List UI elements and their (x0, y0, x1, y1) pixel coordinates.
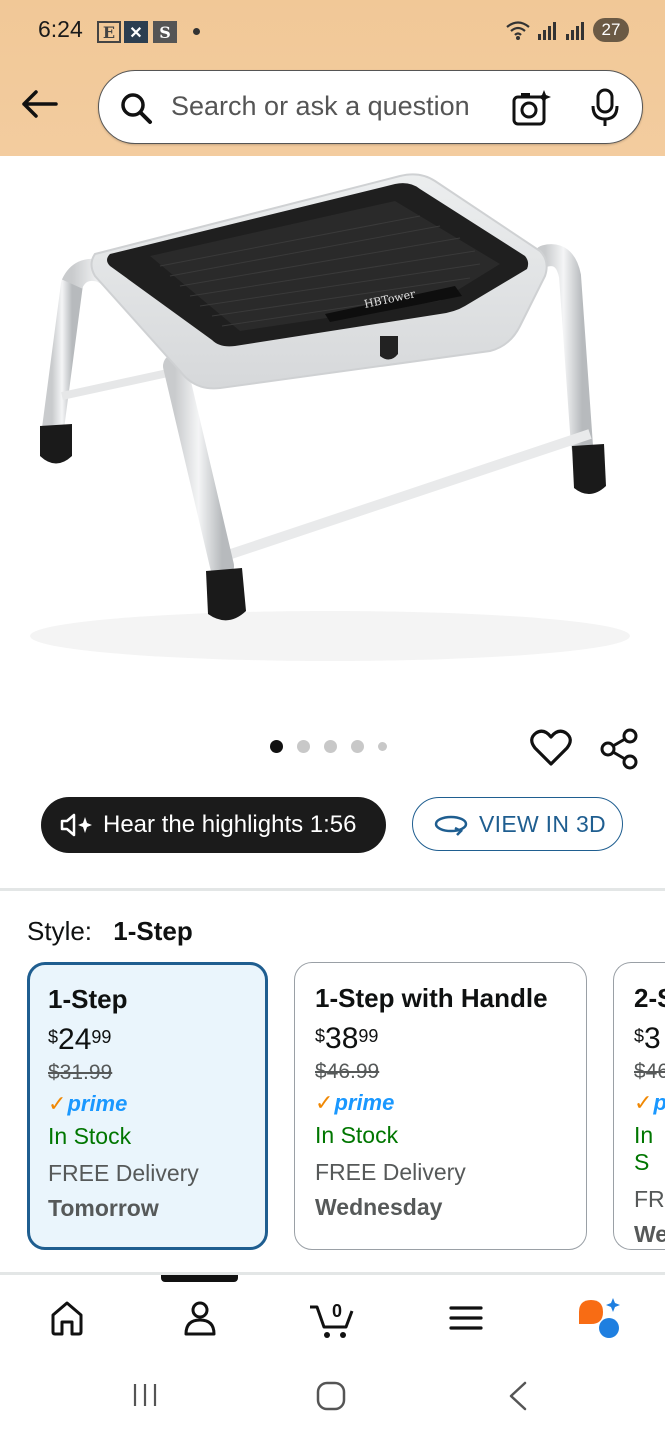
carousel-dot[interactable] (270, 740, 283, 753)
cart-tab[interactable]: 0 (307, 1293, 357, 1343)
status-right: 27 (505, 18, 629, 42)
app-header: 6:24 E ✕ S 27 Search or ask a question (0, 0, 665, 156)
style-option-card[interactable]: 1-Step with Handle $ 38 99 $46.99 ✓ prime… (294, 962, 587, 1250)
signal-2-icon (566, 22, 584, 40)
style-option-card[interactable]: 2-S $ 3 $46 ✓pr In S FRI We (613, 962, 665, 1250)
prime-badge: ✓ prime (48, 1091, 128, 1116)
view-in-3d-label: VIEW IN 3D (479, 810, 606, 837)
heart-icon[interactable] (530, 728, 572, 768)
delivery-day: We (634, 1221, 665, 1247)
home-button-icon[interactable] (315, 1380, 347, 1412)
style-option-list-price: $46.99 (315, 1060, 380, 1083)
search-input[interactable]: Search or ask a question (171, 91, 470, 122)
style-option-price: $ 3 (634, 1022, 661, 1055)
prime-badge: ✓ prime (315, 1090, 395, 1115)
cart-count: 0 (332, 1301, 342, 1321)
delivery-text: FREE Delivery (48, 1160, 199, 1186)
search-bar[interactable]: Search or ask a question (98, 70, 643, 144)
section-divider (0, 888, 665, 891)
carousel-dot[interactable] (351, 740, 364, 753)
search-icon (121, 93, 152, 124)
recent-apps-icon[interactable] (130, 1380, 160, 1410)
style-option-list-price: $46 (634, 1060, 665, 1083)
home-tab[interactable] (42, 1293, 92, 1343)
notification-e-icon: E (97, 21, 121, 43)
more-notifications-dot (193, 28, 200, 35)
stock-status: In S (634, 1122, 654, 1175)
notification-s-icon: S (153, 21, 177, 43)
step-stool-image: HBTower (30, 173, 630, 661)
prime-badge: ✓pr (634, 1090, 665, 1115)
carousel-dot[interactable] (297, 740, 310, 753)
delivery-day: Tomorrow (48, 1195, 159, 1221)
wifi-icon (506, 21, 530, 40)
microphone-icon[interactable] (589, 88, 621, 128)
delivery-text: FREE Delivery (315, 1159, 466, 1185)
style-selector-heading: Style: 1-Step (27, 916, 193, 947)
active-tab-indicator (161, 1275, 238, 1282)
signal-1-icon (538, 22, 556, 40)
stock-status: In Stock (48, 1123, 132, 1149)
style-option-price: $ 38 99 (315, 1022, 379, 1055)
cart-icon: 0 (310, 1301, 354, 1338)
menu-tab[interactable] (441, 1293, 491, 1343)
rufus-icon (579, 1298, 620, 1338)
style-option-name: 2-S (634, 983, 665, 1013)
carousel-dot[interactable] (324, 740, 337, 753)
battery-indicator: 27 (593, 18, 629, 42)
delivery-text: FRI (634, 1186, 665, 1212)
carousel-indicator (270, 740, 387, 753)
product-image[interactable]: HBTower (0, 156, 665, 716)
notification-x-icon: ✕ (124, 21, 148, 43)
back-arrow-icon[interactable] (20, 88, 58, 120)
style-option-name: 1-Step with Handle (315, 983, 548, 1013)
hear-highlights-label: Hear the highlights 1:56 (103, 811, 357, 838)
style-label: Style: (27, 916, 93, 946)
rufus-tab[interactable] (574, 1293, 624, 1343)
style-option-price: $ 24 99 (48, 1023, 112, 1056)
speaker-sparkle-icon (60, 813, 92, 837)
style-option-list-price: $31.99 (48, 1061, 113, 1084)
stock-status: In Stock (315, 1122, 399, 1148)
rotate-3d-icon (434, 815, 468, 836)
back-button-icon[interactable] (505, 1380, 531, 1412)
bottom-navigation: 0 (0, 1275, 665, 1355)
delivery-day: Wednesday (315, 1194, 443, 1220)
account-icon (184, 1301, 216, 1336)
carousel-dot[interactable] (378, 742, 387, 751)
hear-highlights-button[interactable]: Hear the highlights 1:56 (41, 797, 386, 853)
view-in-3d-button[interactable]: VIEW IN 3D (412, 797, 623, 851)
status-bar: 6:24 E ✕ S 27 (0, 0, 665, 62)
camera-search-icon[interactable] (511, 88, 551, 128)
status-time: 6:24 (38, 16, 83, 42)
style-option-card[interactable]: 1-Step $ 24 99 $31.99 ✓ prime In Stock FR… (27, 962, 268, 1250)
style-option-name: 1-Step (48, 984, 128, 1014)
system-navigation-bar (0, 1355, 665, 1440)
menu-icon (449, 1306, 483, 1330)
style-selected-value: 1-Step (113, 916, 193, 946)
share-icon[interactable] (600, 728, 640, 770)
account-tab[interactable] (175, 1293, 225, 1343)
home-icon (51, 1301, 83, 1336)
